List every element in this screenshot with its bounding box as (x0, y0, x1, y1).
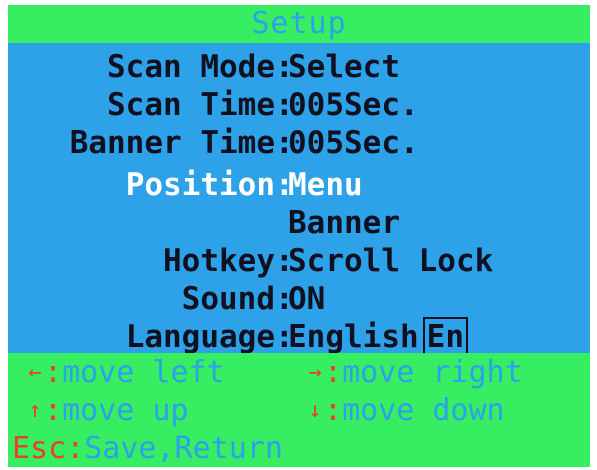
colon: : (324, 393, 343, 428)
help-move-left: ←:move left (26, 355, 225, 391)
setting-hotkey[interactable]: Hotkey : Scroll Lock (8, 242, 590, 280)
position-value: Menu (288, 167, 363, 203)
help-move-up-text: move up (62, 393, 189, 428)
setting-position-alt[interactable]: Banner (8, 204, 590, 242)
language-label: Language (125, 319, 275, 355)
setting-position[interactable]: Position : Menu (8, 166, 590, 204)
setting-sound[interactable]: Sound : ON (8, 280, 590, 318)
colon: : (66, 431, 85, 466)
setting-scan-time[interactable]: Scan Time : 005Sec. (8, 86, 590, 124)
colon: : (324, 355, 343, 390)
help-move-right-text: move right (342, 355, 523, 390)
scan-time-value: 005Sec. (288, 87, 419, 123)
language-value: English En (288, 317, 468, 357)
position-alt-value: Banner (288, 205, 400, 241)
hotkey-label: Hotkey (163, 243, 275, 279)
help-bar: ←:move left →:move right ↑:move up ↓:mov… (8, 353, 590, 467)
help-move-up: ↑:move up (26, 393, 189, 429)
down-arrow-icon: ↓ (308, 398, 322, 423)
up-arrow-icon: ↑ (28, 398, 42, 423)
language-code: En (422, 317, 468, 357)
help-move-down: ↓:move down (306, 393, 505, 429)
sound-label: Sound (181, 281, 275, 317)
left-arrow-icon: ← (28, 360, 42, 385)
scan-mode-label: Scan Mode (107, 49, 275, 85)
banner-time-value: 005Sec. (288, 125, 419, 161)
language-name: English (288, 319, 419, 355)
help-esc: Esc:Save,Return (12, 431, 283, 467)
help-move-left-text: move left (62, 355, 225, 390)
help-esc-text: Save,Return (84, 431, 283, 466)
scan-mode-value: Select (288, 49, 400, 85)
banner-time-label: Banner Time (69, 125, 275, 161)
help-move-down-text: move down (342, 393, 505, 428)
setting-scan-mode[interactable]: Scan Mode : Select (8, 48, 590, 86)
setup-screen: Setup Scan Mode : Select Scan Time : 005… (8, 5, 590, 467)
hotkey-value: Scroll Lock (288, 243, 494, 279)
setup-title: Setup (8, 5, 590, 43)
scan-time-label: Scan Time (107, 87, 275, 123)
position-label: Position (125, 167, 275, 203)
setting-banner-time[interactable]: Banner Time : 005Sec. (8, 124, 590, 162)
esc-key: Esc (12, 431, 67, 466)
setting-language[interactable]: Language : English En (8, 317, 590, 357)
help-move-right: →:move right (306, 355, 523, 391)
colon: : (44, 355, 63, 390)
right-arrow-icon: → (308, 360, 322, 385)
colon: : (44, 393, 63, 428)
sound-value: ON (288, 281, 326, 317)
